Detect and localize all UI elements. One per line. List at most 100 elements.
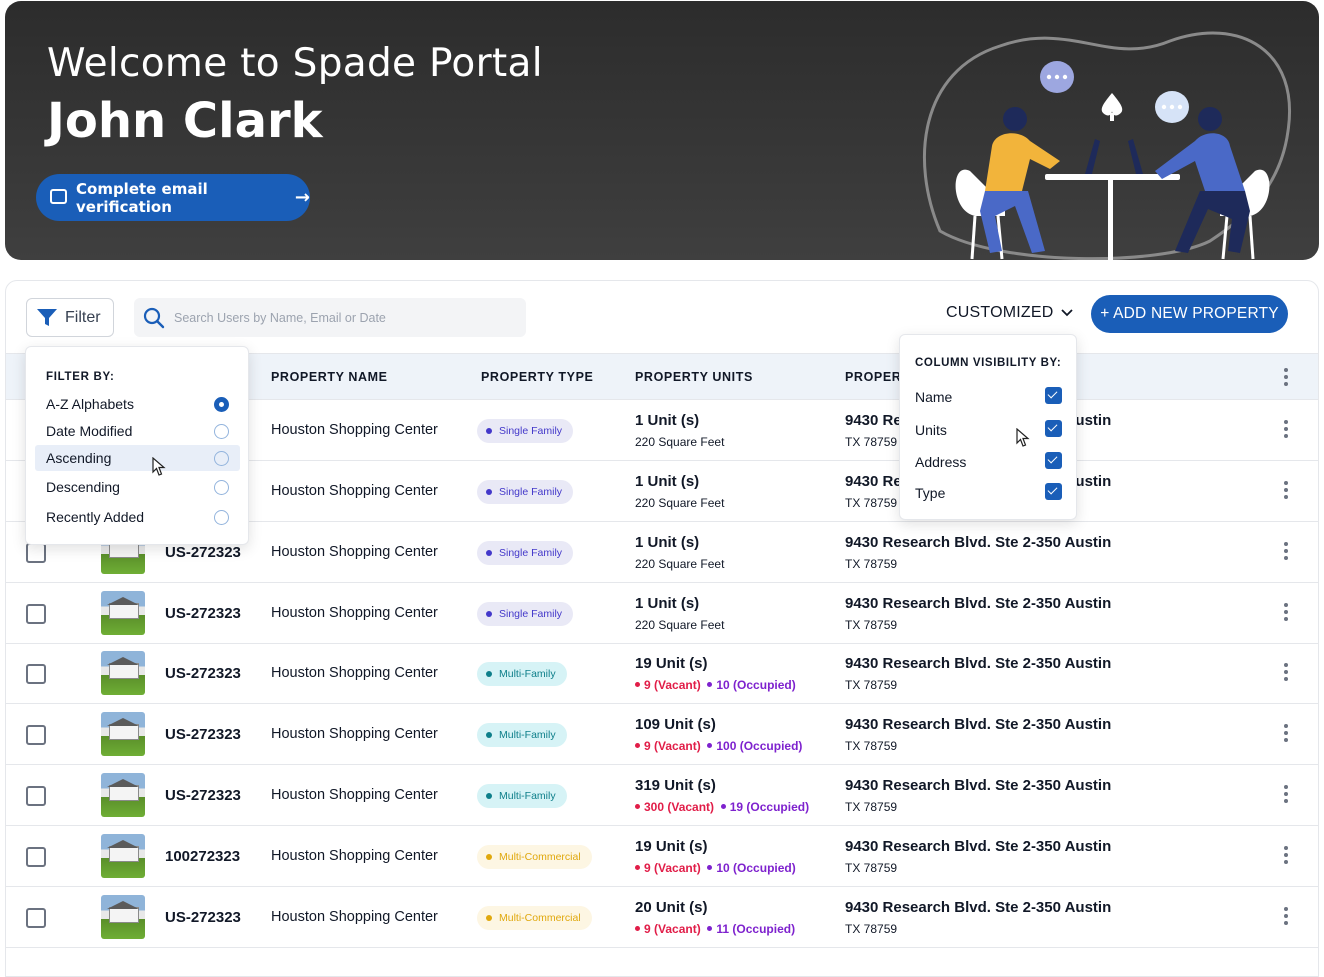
filter-option-label: Ascending (46, 450, 112, 466)
property-id: US-272323 (165, 909, 241, 926)
column-option[interactable]: Type (915, 483, 1065, 503)
unit-occupancy: 9 (Vacant) 100 (Occupied) (635, 739, 802, 753)
more-vertical-icon[interactable] (1284, 420, 1288, 441)
more-vertical-icon[interactable] (1284, 907, 1288, 928)
complete-email-verification-button[interactable]: Complete email verification → (36, 174, 310, 221)
unit-occupancy: 9 (Vacant) 11 (Occupied) (635, 922, 795, 936)
checkbox-checked[interactable] (1045, 452, 1062, 469)
column-option[interactable]: Name (915, 387, 1065, 407)
property-type-badge: Single Family (477, 541, 574, 565)
unit-count: 19 Unit (s) (635, 838, 708, 855)
checkbox-checked[interactable] (1045, 483, 1062, 500)
more-vertical-icon[interactable] (1284, 785, 1288, 806)
property-id: US-272323 (165, 787, 241, 804)
add-new-property-button[interactable]: + ADD NEW PROPERTY (1091, 295, 1288, 333)
filter-option[interactable]: Ascending (35, 445, 240, 471)
checkbox-checked[interactable] (1045, 387, 1062, 404)
filter-option[interactable]: Recently Added (35, 504, 240, 530)
more-vertical-icon[interactable] (1284, 603, 1288, 624)
header-property-name[interactable]: PROPERTY NAME (271, 370, 388, 384)
unit-count: 319 Unit (s) (635, 777, 716, 794)
verify-label: Complete email verification (76, 179, 208, 216)
column-visibility-menu: COLUMN VISIBILITY BY: Name Units Address Ty… (899, 334, 1077, 520)
column-option[interactable]: Units (915, 420, 1065, 440)
unit-area: 220 Square Feet (635, 435, 725, 449)
more-vertical-icon[interactable] (1284, 663, 1288, 684)
occupied-count: 100 (Occupied) (707, 739, 802, 753)
property-type-badge: Single Family (477, 602, 574, 626)
filter-option[interactable]: Date Modified (35, 418, 240, 444)
checkbox-checked[interactable] (1045, 420, 1062, 437)
property-thumbnail (101, 834, 145, 878)
mail-check-icon (50, 189, 67, 204)
property-type-badge: Single Family (477, 480, 574, 504)
more-vertical-icon[interactable] (1284, 481, 1288, 502)
radio-button[interactable] (214, 451, 229, 466)
property-name: Houston Shopping Center (271, 544, 438, 560)
column-option[interactable]: Address (915, 452, 1065, 472)
filter-option-label: A-Z Alphabets (46, 396, 134, 412)
header-property-units[interactable]: PROPERTY UNITS (635, 370, 753, 384)
row-checkbox[interactable] (26, 786, 46, 806)
filter-option[interactable]: A-Z Alphabets (35, 391, 240, 417)
row-checkbox[interactable] (26, 604, 46, 624)
property-address: 9430 Research Blvd. Ste 2-350 Austin (845, 595, 1112, 612)
row-checkbox[interactable] (26, 664, 46, 684)
unit-occupancy: 9 (Vacant) 10 (Occupied) (635, 678, 796, 692)
table-row[interactable]: US-272323 Houston Shopping Center Multi-… (6, 887, 1318, 948)
property-type-badge: Single Family (477, 419, 574, 443)
search-box (134, 298, 526, 337)
filter-menu: FILTER BY: A-Z Alphabets Date Modified Asc… (25, 346, 249, 545)
property-id: US-272323 (165, 726, 241, 743)
row-checkbox[interactable] (26, 908, 46, 928)
column-option-label: Units (915, 422, 947, 438)
table-row[interactable]: US-272323 Houston Shopping Center Multi-… (6, 765, 1318, 826)
property-thumbnail (101, 651, 145, 695)
welcome-title: Welcome to Spade Portal (47, 41, 543, 86)
vacant-count: 300 (Vacant) (635, 800, 714, 814)
header-property-type[interactable]: PROPERTY TYPE (481, 370, 593, 384)
table-row[interactable]: US-272323 Houston Shopping Center Multi-… (6, 704, 1318, 765)
chevron-down-icon (1061, 309, 1074, 317)
radio-button[interactable] (214, 480, 229, 495)
meeting-illustration (923, 31, 1291, 260)
property-zip: TX 78759 (845, 557, 898, 571)
search-input[interactable] (174, 298, 514, 337)
property-type-badge: Multi-Commercial (477, 845, 592, 869)
property-thumbnail (101, 712, 145, 756)
occupied-count: 11 (Occupied) (707, 922, 795, 936)
filter-button[interactable]: Filter (26, 298, 114, 337)
customized-dropdown[interactable]: CUSTOMIZED (946, 304, 1074, 322)
funnel-icon (37, 309, 57, 326)
filter-option[interactable]: Descending (35, 474, 240, 500)
property-zip: TX 78759 (845, 678, 898, 692)
filter-menu-title: FILTER BY: (46, 371, 115, 383)
row-checkbox[interactable] (26, 725, 46, 745)
property-id: US-272323 (165, 665, 241, 682)
unit-count: 20 Unit (s) (635, 899, 708, 916)
table-row[interactable]: US-272323 Houston Shopping Center Single… (6, 583, 1318, 644)
property-name: Houston Shopping Center (271, 422, 438, 438)
table-row[interactable]: US-272323 Houston Shopping Center Multi-… (6, 643, 1318, 704)
row-checkbox[interactable] (26, 543, 46, 563)
unit-count: 1 Unit (s) (635, 412, 700, 429)
more-vertical-icon[interactable] (1284, 542, 1288, 563)
more-vertical-icon[interactable] (1284, 846, 1288, 867)
unit-area: 220 Square Feet (635, 496, 725, 510)
vacant-count: 9 (Vacant) (635, 922, 701, 936)
radio-button[interactable] (214, 424, 229, 439)
unit-occupancy: 9 (Vacant) 10 (Occupied) (635, 861, 796, 875)
more-vertical-icon[interactable] (1284, 724, 1288, 745)
radio-button[interactable] (214, 397, 229, 412)
property-zip: TX 78759 (845, 800, 898, 814)
customized-label: CUSTOMIZED (946, 304, 1054, 321)
row-checkbox[interactable] (26, 847, 46, 867)
table-row[interactable]: 100272323 Houston Shopping Center Multi-… (6, 826, 1318, 887)
unit-area: 220 Square Feet (635, 618, 725, 632)
column-option-label: Type (915, 485, 946, 501)
more-vertical-icon[interactable] (1284, 368, 1288, 389)
property-address: 9430 Research Blvd. Ste 2-350 Austin (845, 655, 1112, 672)
filter-option-label: Recently Added (46, 509, 145, 525)
radio-button[interactable] (214, 510, 229, 525)
column-option-label: Name (915, 389, 953, 405)
